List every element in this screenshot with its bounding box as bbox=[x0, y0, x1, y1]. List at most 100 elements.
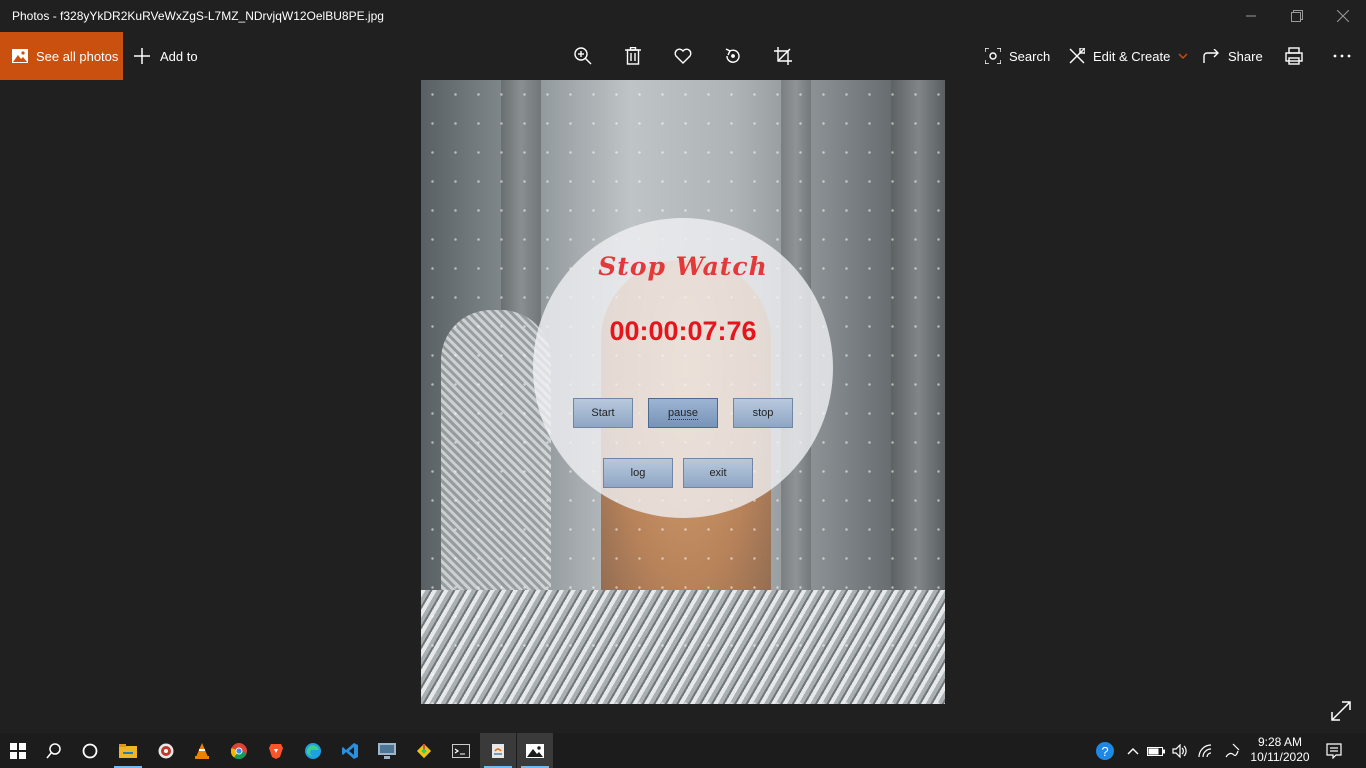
taskbar-media-app[interactable] bbox=[148, 733, 184, 768]
vlc-icon bbox=[195, 742, 209, 759]
stopwatch-time-display: 00:00:07:76 bbox=[609, 316, 757, 346]
show-hidden-icons-button[interactable] bbox=[1124, 733, 1142, 768]
fullscreen-button[interactable] bbox=[1330, 700, 1354, 724]
taskbar-edge[interactable] bbox=[295, 733, 331, 768]
pause-button[interactable]: pause bbox=[648, 398, 718, 428]
rotate-icon bbox=[725, 48, 740, 63]
git-icon bbox=[416, 743, 432, 758]
volume-icon bbox=[1172, 743, 1187, 758]
start-button[interactable] bbox=[0, 733, 36, 768]
zoom-button[interactable] bbox=[571, 44, 595, 68]
rotate-button[interactable] bbox=[721, 44, 745, 68]
share-label: Share bbox=[1228, 48, 1263, 64]
pause-label: pause bbox=[668, 406, 698, 420]
taskbar-file-explorer[interactable] bbox=[110, 733, 146, 768]
taskbar-java-app[interactable] bbox=[480, 733, 516, 768]
volume-tray-button[interactable] bbox=[1170, 733, 1190, 768]
taskbar-clock[interactable]: 9:28 AM 10/11/2020 bbox=[1244, 735, 1316, 765]
search-button[interactable]: Search bbox=[985, 32, 1050, 80]
taskbar-git[interactable] bbox=[406, 733, 442, 768]
edit-create-button[interactable]: Edit & Create bbox=[1069, 32, 1188, 80]
pen-tray-button[interactable] bbox=[1222, 733, 1242, 768]
printer-icon bbox=[1285, 47, 1303, 65]
minimize-button[interactable] bbox=[1228, 0, 1274, 32]
battery-icon bbox=[1147, 746, 1165, 756]
stopwatch-window: Stop Watch 00:00:07:76 Start pause stop … bbox=[533, 218, 833, 518]
zoom-in-icon bbox=[574, 47, 592, 65]
close-button[interactable] bbox=[1320, 0, 1366, 32]
taskbar-terminal[interactable] bbox=[443, 733, 479, 768]
photos-toolbar: See all photos Add to Search Edit & Crea… bbox=[0, 32, 1366, 80]
log-button[interactable]: log bbox=[603, 458, 673, 488]
crop-icon bbox=[774, 47, 792, 65]
delete-button[interactable] bbox=[621, 44, 645, 68]
visual-search-icon bbox=[985, 48, 1001, 64]
taskbar-photos[interactable] bbox=[517, 733, 553, 768]
print-button[interactable] bbox=[1282, 44, 1306, 68]
java-app-icon bbox=[492, 743, 504, 758]
stop-button[interactable]: stop bbox=[733, 398, 793, 428]
cortana-button[interactable] bbox=[72, 733, 108, 768]
chevron-down-icon bbox=[1178, 53, 1188, 59]
search-icon bbox=[46, 742, 61, 758]
media-app-icon bbox=[158, 743, 174, 758]
taskbar-brave[interactable] bbox=[258, 733, 294, 768]
favorite-button[interactable] bbox=[671, 44, 695, 68]
log-label: log bbox=[630, 467, 646, 479]
notification-icon bbox=[1326, 742, 1342, 759]
chrome-icon bbox=[231, 742, 247, 759]
more-options-button[interactable] bbox=[1330, 44, 1354, 68]
photo-icon bbox=[12, 49, 28, 63]
taskbar-vlc[interactable] bbox=[184, 733, 220, 768]
trash-icon bbox=[625, 47, 641, 65]
action-center-button[interactable] bbox=[1322, 733, 1346, 768]
share-icon bbox=[1203, 48, 1219, 63]
windows-start-icon bbox=[10, 742, 26, 759]
help-icon: ? bbox=[1096, 741, 1114, 760]
pen-icon bbox=[1225, 743, 1240, 757]
exit-label: exit bbox=[709, 467, 727, 479]
add-to-button[interactable]: Add to bbox=[134, 32, 198, 80]
terminal-icon bbox=[452, 743, 470, 758]
taskbar-vscode[interactable] bbox=[332, 733, 368, 768]
start-button[interactable]: Start bbox=[573, 398, 633, 428]
search-label: Search bbox=[1009, 48, 1051, 64]
share-button[interactable]: Share bbox=[1203, 32, 1263, 80]
plus-icon bbox=[134, 48, 150, 64]
restore-button[interactable] bbox=[1274, 0, 1320, 32]
brave-icon bbox=[269, 743, 283, 759]
see-all-photos-button[interactable]: See all photos bbox=[0, 32, 123, 80]
taskbar-remote-desktop[interactable] bbox=[369, 733, 405, 768]
file-explorer-icon bbox=[119, 743, 137, 758]
add-to-label: Add to bbox=[160, 48, 198, 64]
edge-icon bbox=[305, 742, 321, 759]
window-title: Photos - f328yYkDR2KuRVeWxZgS-L7MZ_NDrvj… bbox=[12, 9, 384, 23]
taskbar-chrome[interactable] bbox=[221, 733, 257, 768]
heart-icon bbox=[674, 48, 692, 64]
expand-icon bbox=[1331, 701, 1351, 721]
taskbar: ? 9:28 AM 10/11/2020 bbox=[0, 733, 1366, 768]
svg-text:?: ? bbox=[1101, 744, 1108, 759]
stopwatch-title: Stop Watch bbox=[598, 252, 768, 281]
network-tray-button[interactable] bbox=[1196, 733, 1216, 768]
chevron-up-icon bbox=[1127, 747, 1139, 754]
cortana-icon bbox=[82, 743, 98, 758]
help-tray-button[interactable]: ? bbox=[1093, 733, 1117, 768]
clock-time: 9:28 AM bbox=[1257, 735, 1303, 749]
crop-button[interactable] bbox=[771, 44, 795, 68]
edit-create-label: Edit & Create bbox=[1093, 48, 1171, 64]
title-bar: Photos - f328yYkDR2KuRVeWxZgS-L7MZ_NDrvj… bbox=[0, 0, 1366, 32]
remote-desktop-icon bbox=[378, 742, 396, 759]
more-icon bbox=[1333, 54, 1351, 58]
edit-icon bbox=[1069, 48, 1085, 64]
photos-icon bbox=[526, 743, 544, 758]
battery-tray-button[interactable] bbox=[1146, 733, 1166, 768]
wifi-icon bbox=[1198, 743, 1212, 757]
stop-label: stop bbox=[752, 407, 774, 419]
start-label: Start bbox=[591, 407, 615, 419]
taskbar-search-button[interactable] bbox=[36, 733, 72, 768]
vscode-icon bbox=[342, 742, 358, 759]
clock-date: 10/11/2020 bbox=[1250, 750, 1310, 764]
exit-button[interactable]: exit bbox=[683, 458, 753, 488]
see-all-photos-label: See all photos bbox=[36, 48, 119, 64]
